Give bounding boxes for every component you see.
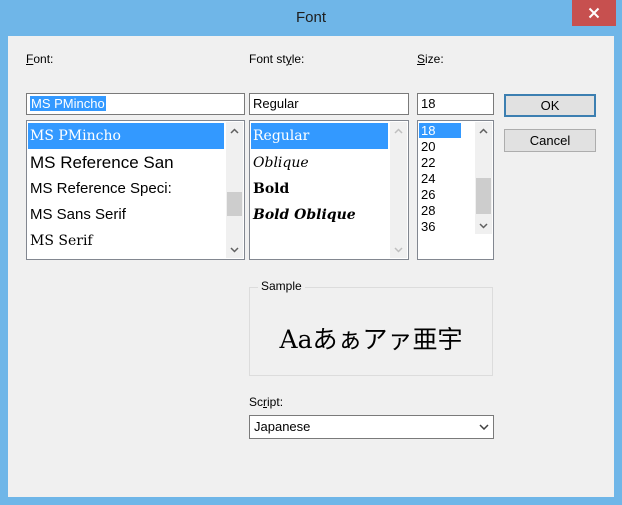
script-label-post: ipt: [267, 395, 284, 409]
chevron-down-icon [394, 246, 403, 253]
font-list-item[interactable]: MS Serif [28, 228, 224, 254]
font-style-list-item[interactable]: Bold Oblique [251, 202, 388, 228]
size-list-item[interactable]: 24 [419, 171, 461, 186]
size-list-item[interactable]: 18 [419, 123, 461, 138]
font-list-item[interactable]: MS Reference San [28, 150, 224, 176]
size-input-value: 18 [421, 96, 436, 111]
font-list-item[interactable]: MS PMincho [28, 123, 224, 149]
font-list-scrollbar[interactable] [226, 122, 243, 258]
font-style-list[interactable]: Regular Oblique Bold Bold Oblique [249, 120, 409, 260]
window-title: Font [295, 9, 326, 26]
chevron-up-icon [479, 127, 488, 134]
size-input[interactable]: 18 [417, 93, 494, 115]
font-style-input[interactable]: Regular [249, 93, 409, 115]
size-scroll-down-button[interactable] [475, 217, 492, 234]
chevron-down-icon [479, 222, 488, 229]
size-label-mnemonic: S [417, 52, 426, 66]
size-label: Size: [417, 52, 444, 66]
font-list-item[interactable]: MS Sans Serif [28, 202, 224, 228]
script-select-value: Japanese [254, 419, 311, 434]
font-style-label-pre: Font st [249, 52, 286, 66]
title-bar[interactable]: Font [0, 0, 622, 36]
sample-label: Sample [258, 279, 305, 293]
chevron-up-icon [230, 127, 239, 134]
font-name-input[interactable]: MS PMincho [26, 93, 245, 115]
font-label: Font: [26, 52, 53, 66]
size-scroll-thumb[interactable] [476, 178, 491, 214]
script-label-pre: Sc [249, 395, 264, 409]
size-scroll-up-button[interactable] [475, 122, 492, 139]
font-style-list-item[interactable]: Regular [251, 123, 388, 149]
font-style-scroll-up-button[interactable] [390, 122, 407, 139]
script-label: Script: [249, 395, 283, 409]
font-list-item[interactable]: MS Reference Speci: [28, 176, 224, 202]
chevron-up-icon [394, 127, 403, 134]
font-scroll-thumb[interactable] [227, 192, 242, 216]
font-list[interactable]: MS PMincho MS Reference San MS Reference… [26, 120, 245, 260]
font-name-input-value: MS PMincho [30, 96, 106, 111]
font-style-label-post: le: [291, 52, 305, 66]
font-style-list-item[interactable]: Bold [251, 176, 388, 202]
size-list-item[interactable]: 36 [419, 219, 461, 234]
font-style-list-scrollbar[interactable] [390, 122, 407, 258]
size-list-item[interactable]: 22 [419, 155, 461, 170]
size-list-item[interactable]: 28 [419, 203, 461, 218]
font-style-list-item[interactable]: Oblique [251, 150, 388, 176]
close-icon [588, 7, 600, 19]
font-scroll-up-button[interactable] [226, 122, 243, 139]
font-dialog-window: Font Font: MS PMincho MS PMincho MS Refe… [0, 0, 622, 505]
font-scroll-down-button[interactable] [226, 241, 243, 258]
sample-group: Sample Aaあぁアァ亜宇 [249, 279, 493, 376]
chevron-down-icon [479, 424, 489, 430]
cancel-button[interactable]: Cancel [504, 129, 596, 152]
font-style-label: Font style: [249, 52, 304, 66]
chevron-down-icon [230, 246, 239, 253]
size-list-item[interactable]: 20 [419, 139, 461, 154]
font-label-text: ont: [33, 52, 54, 66]
sample-text: Aaあぁアァ亜宇 [279, 325, 463, 354]
size-list-scrollbar[interactable] [475, 122, 492, 234]
size-list-item[interactable]: 26 [419, 187, 461, 202]
dialog-client-area: Font: MS PMincho MS PMincho MS Reference… [8, 36, 614, 497]
script-select[interactable]: Japanese [249, 415, 494, 439]
size-list[interactable]: 18 20 22 24 26 28 36 [417, 120, 494, 260]
script-dropdown-arrow[interactable] [479, 416, 489, 438]
close-button[interactable] [572, 0, 616, 26]
font-style-input-value: Regular [253, 96, 299, 111]
size-label-text: ize: [425, 52, 444, 66]
ok-button[interactable]: OK [504, 94, 596, 117]
font-style-scroll-down-button[interactable] [390, 241, 407, 258]
